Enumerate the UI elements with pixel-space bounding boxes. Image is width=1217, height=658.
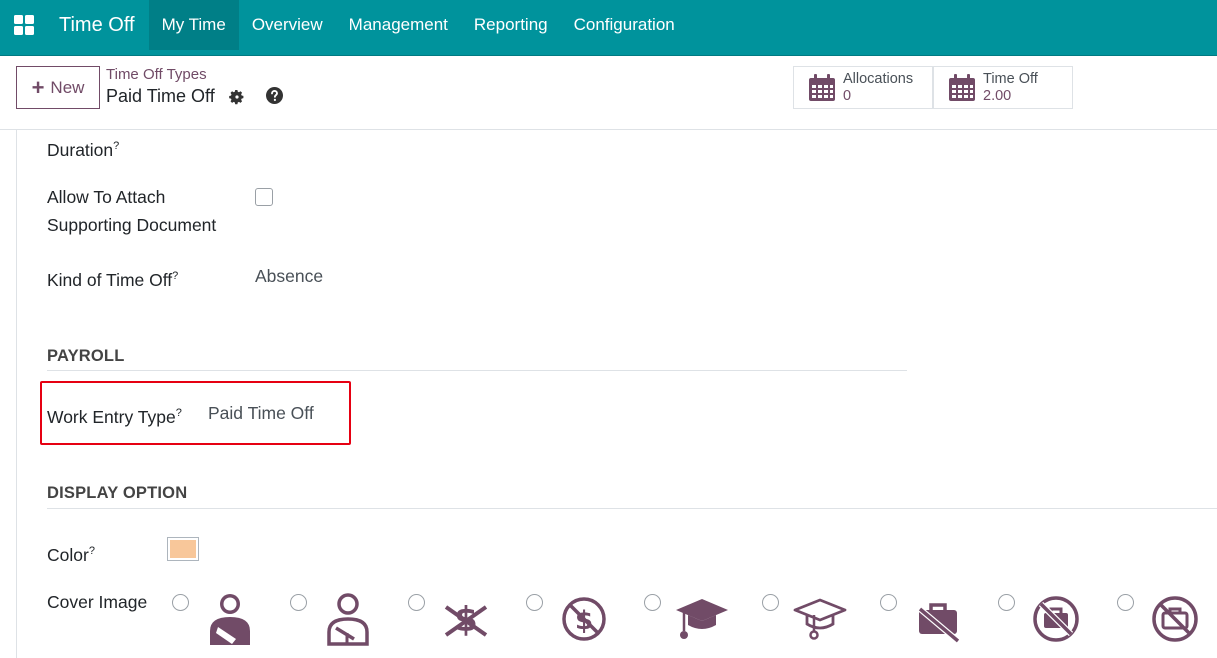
kind-of-time-off-label: Kind of Time Off?	[47, 269, 179, 290]
cover-image-radio-4[interactable]	[526, 594, 543, 611]
menu-management[interactable]: Management	[336, 0, 461, 50]
display-option-section-title: DISPLAY OPTION	[47, 484, 188, 502]
cover-image-radio-1[interactable]	[172, 594, 189, 611]
cover-image-label: Cover Image	[47, 592, 148, 612]
color-picker[interactable]	[167, 537, 199, 561]
allocations-value: 0	[843, 88, 852, 104]
work-entry-type-label: Work Entry Type?	[47, 406, 182, 427]
user-injured-outline-icon[interactable]	[320, 591, 376, 647]
cover-image-radio-3[interactable]	[408, 594, 425, 611]
menu-reporting[interactable]: Reporting	[461, 0, 561, 50]
graduation-cap-icon[interactable]	[674, 591, 730, 647]
kind-of-time-off-value[interactable]: Absence	[255, 262, 323, 290]
new-button[interactable]: + New	[16, 66, 100, 109]
dollar-slash-icon[interactable]: $	[438, 591, 494, 647]
attach-label: Allow To Attach Supporting Document	[47, 187, 217, 235]
help-question-icon[interactable]	[266, 87, 283, 104]
display-option-separator	[47, 508, 1217, 509]
time-off-value: 2.00	[983, 88, 1012, 104]
dollar-circle-slash-icon[interactable]: $	[556, 591, 612, 647]
cover-image-radio-6[interactable]	[762, 594, 779, 611]
color-swatch-fill	[170, 540, 196, 558]
work-entry-type-value[interactable]: Paid Time Off	[208, 399, 314, 427]
cover-image-radio-2[interactable]	[290, 594, 307, 611]
payroll-separator	[47, 370, 907, 371]
color-label: Color?	[47, 544, 95, 565]
calendar-icon	[949, 74, 975, 101]
menu-overview[interactable]: Overview	[239, 0, 336, 50]
allocations-label: Allocations	[843, 71, 914, 87]
app-name[interactable]: Time Off	[48, 0, 149, 50]
sheet-left-border	[16, 130, 17, 658]
graduation-cap-outline-icon[interactable]	[792, 591, 848, 647]
top-navbar: Time Off My Time Overview Management Rep…	[0, 0, 1217, 56]
cover-image-radio-9[interactable]	[1117, 594, 1134, 611]
payroll-section-title: PAYROLL	[47, 347, 125, 365]
time-off-label: Time Off	[983, 71, 1038, 87]
cover-image-radio-5[interactable]	[644, 594, 661, 611]
cover-image-radio-7[interactable]	[880, 594, 897, 611]
control-panel: + New Time Off Types Paid Time Off Alloc…	[0, 56, 1217, 130]
record-title: Paid Time Off	[106, 86, 215, 106]
attach-document-checkbox[interactable]	[255, 188, 273, 206]
cover-image-radio-8[interactable]	[998, 594, 1015, 611]
duration-label: Duration?	[47, 139, 120, 160]
briefcase-circle-slash-icon[interactable]	[1028, 591, 1084, 647]
calendar-icon	[809, 74, 835, 101]
allocations-stat-button[interactable]: Allocations 0	[793, 66, 933, 109]
breadcrumb-time-off-types[interactable]: Time Off Types	[106, 66, 207, 83]
new-button-label: New	[50, 77, 85, 97]
briefcase-outline-slash-icon[interactable]	[1147, 591, 1203, 647]
gear-icon[interactable]	[229, 89, 245, 105]
user-injured-icon[interactable]	[202, 591, 258, 647]
apps-menu-icon[interactable]	[0, 0, 48, 50]
menu-my-time[interactable]: My Time	[148, 0, 239, 50]
time-off-stat-button[interactable]: Time Off 2.00	[933, 66, 1073, 109]
plus-icon: +	[31, 74, 45, 100]
briefcase-slash-icon[interactable]	[910, 591, 966, 647]
menu-configuration[interactable]: Configuration	[561, 0, 688, 50]
